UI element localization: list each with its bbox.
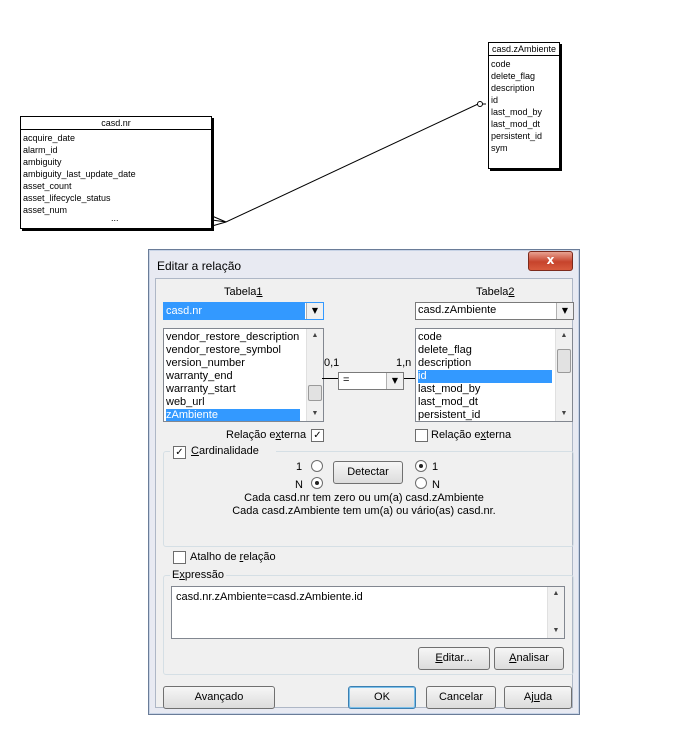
detect-button[interactable]: Detectar [333, 461, 403, 484]
table1-select[interactable]: casd.nr ▼ [163, 302, 324, 320]
field-list-item[interactable]: code [418, 331, 552, 344]
left-n-radio[interactable] [311, 477, 323, 489]
field-list-item[interactable]: vendor_restore_symbol [166, 344, 300, 357]
right-one-radio[interactable] [415, 460, 427, 472]
left-cardinality-label: 0,1 [324, 357, 340, 369]
table2-scrollbar[interactable]: ▲ ▼ [555, 329, 572, 421]
field-list-item[interactable]: last_mod_dt [418, 396, 552, 409]
erd-field: id [491, 95, 499, 105]
right-cardinality-label: 1,n [396, 357, 412, 369]
shortcut-checkbox[interactable] [173, 551, 186, 564]
external-relation-checkbox-1[interactable]: ✓ [311, 429, 324, 442]
advanced-button[interactable]: Avançado [163, 686, 275, 709]
external-relation-checkbox-2[interactable] [415, 429, 428, 442]
chevron-down-icon[interactable]: ▼ [386, 373, 403, 389]
cardinality-description-1: Cada casd.nr tem zero ou um(a) casd.zAmb… [244, 492, 484, 504]
scroll-up-icon[interactable]: ▲ [548, 587, 564, 601]
cardinality-header: ✓ Cardinalidade [170, 445, 276, 459]
field-list-item[interactable]: id [418, 370, 552, 383]
erd-table-nr[interactable]: casd.nr acquire_date alarm_id ambiguity amb… [20, 116, 212, 229]
chevron-down-icon[interactable]: ▼ [306, 303, 323, 319]
analyze-button[interactable]: Analisar [494, 647, 564, 670]
table1-label: Tabela1 [224, 286, 263, 298]
scroll-up-icon[interactable]: ▲ [307, 329, 323, 343]
help-button[interactable]: Ajuda [504, 686, 572, 709]
table2-field-list[interactable]: code delete_flag description id last_mod_by l… [415, 328, 573, 422]
cardinality-label: Cardinalidade [191, 445, 259, 457]
field-list-item[interactable]: last_mod_by [418, 383, 552, 396]
erd-field: alarm_id [23, 145, 58, 155]
cardinality-description-2: Cada casd.zAmbiente tem um(a) ou vário(a… [232, 505, 496, 517]
dialog-title: Editar a relação [157, 259, 242, 273]
erd-field: asset_count [23, 181, 72, 191]
left-connector-line [322, 378, 338, 379]
scroll-up-icon[interactable]: ▲ [556, 329, 572, 343]
ok-button[interactable]: OK [348, 686, 416, 709]
erd-more-indicator: ... [111, 213, 119, 223]
erd-field: ambiguity_last_update_date [23, 169, 136, 179]
erd-field: persistent_id [491, 131, 543, 141]
erd-field: sym [491, 143, 508, 153]
title-bar[interactable]: Editar a relação x [149, 250, 579, 280]
erd-field: ambiguity [23, 157, 62, 167]
field-list-item[interactable]: warranty_end [166, 370, 300, 383]
erd-field: last_mod_by [491, 107, 543, 117]
erd-field: code [491, 59, 511, 69]
left-n-label: N [295, 479, 303, 491]
scroll-thumb[interactable] [557, 349, 571, 373]
scroll-down-icon[interactable]: ▼ [548, 624, 564, 638]
close-icon: x [546, 253, 555, 267]
field-list-item[interactable]: persistent_id [418, 409, 552, 421]
edit-expression-button[interactable]: Editar... [418, 647, 490, 670]
right-n-radio[interactable] [415, 477, 427, 489]
field-list-item[interactable]: vendor_restore_description [166, 331, 300, 344]
cardinality-checkbox[interactable]: ✓ [173, 446, 186, 459]
expression-label: Expressão [170, 569, 226, 581]
cancel-button[interactable]: Cancelar [426, 686, 496, 709]
scroll-down-icon[interactable]: ▼ [307, 407, 323, 421]
shortcut-label: Atalho de relação [190, 551, 276, 563]
table1-scrollbar[interactable]: ▲ ▼ [306, 329, 323, 421]
field-list-item[interactable]: version_number [166, 357, 300, 370]
expression-field[interactable]: casd.nr.zAmbiente=casd.zAmbiente.id ▲ ▼ [171, 586, 565, 639]
left-one-label: 1 [296, 461, 303, 473]
erd-table-zambiente[interactable]: casd.zAmbiente code delete_flag descriptio… [488, 42, 560, 169]
expression-value: casd.nr.zAmbiente=casd.zAmbiente.id [176, 591, 363, 603]
external-relation-label-1: Relação externa [226, 429, 307, 441]
erd-field: acquire_date [23, 133, 76, 143]
chevron-down-icon[interactable]: ▼ [556, 303, 573, 319]
field-list-item[interactable]: zAmbiente [166, 409, 300, 421]
field-list-item[interactable]: delete_flag [418, 344, 552, 357]
table2-select[interactable]: casd.zAmbiente ▼ [415, 302, 574, 320]
operator-select[interactable]: = ▼ [338, 372, 404, 390]
dialog-client: Tabela1 casd.nr ▼ vendor_restore_descrip… [155, 278, 574, 709]
erd-field: asset_lifecycle_status [23, 193, 111, 203]
right-one-label: 1 [432, 461, 439, 473]
field-list-item[interactable]: web_url [166, 396, 300, 409]
table2-label: Tabela2 [476, 286, 515, 298]
scroll-down-icon[interactable]: ▼ [556, 407, 572, 421]
erd-field: last_mod_dt [491, 119, 541, 129]
table2-select-value: casd.zAmbiente [418, 304, 497, 316]
right-n-label: N [432, 479, 440, 491]
table1-field-list[interactable]: vendor_restore_description vendor_restore… [163, 328, 324, 422]
left-one-radio[interactable] [311, 460, 323, 472]
erd-table-title: casd.zAmbiente [489, 43, 559, 56]
external-relation-label-2: Relação externa [431, 429, 512, 441]
table1-select-value: casd.nr [164, 303, 305, 319]
right-connector-line [402, 378, 416, 379]
field-list-item[interactable]: description [418, 357, 552, 370]
operator-value: = [343, 374, 350, 386]
close-button[interactable]: x [528, 251, 573, 271]
scroll-thumb[interactable] [308, 385, 322, 401]
field-list-item[interactable]: warranty_start [166, 383, 300, 396]
erd-table-title: casd.nr [21, 117, 211, 130]
edit-relation-dialog: Editar a relação x Tabela1 casd.nr ▼ ven… [148, 249, 580, 715]
erd-field: delete_flag [491, 71, 536, 81]
erd-field: description [491, 83, 535, 93]
expression-scrollbar[interactable]: ▲ ▼ [547, 587, 564, 638]
